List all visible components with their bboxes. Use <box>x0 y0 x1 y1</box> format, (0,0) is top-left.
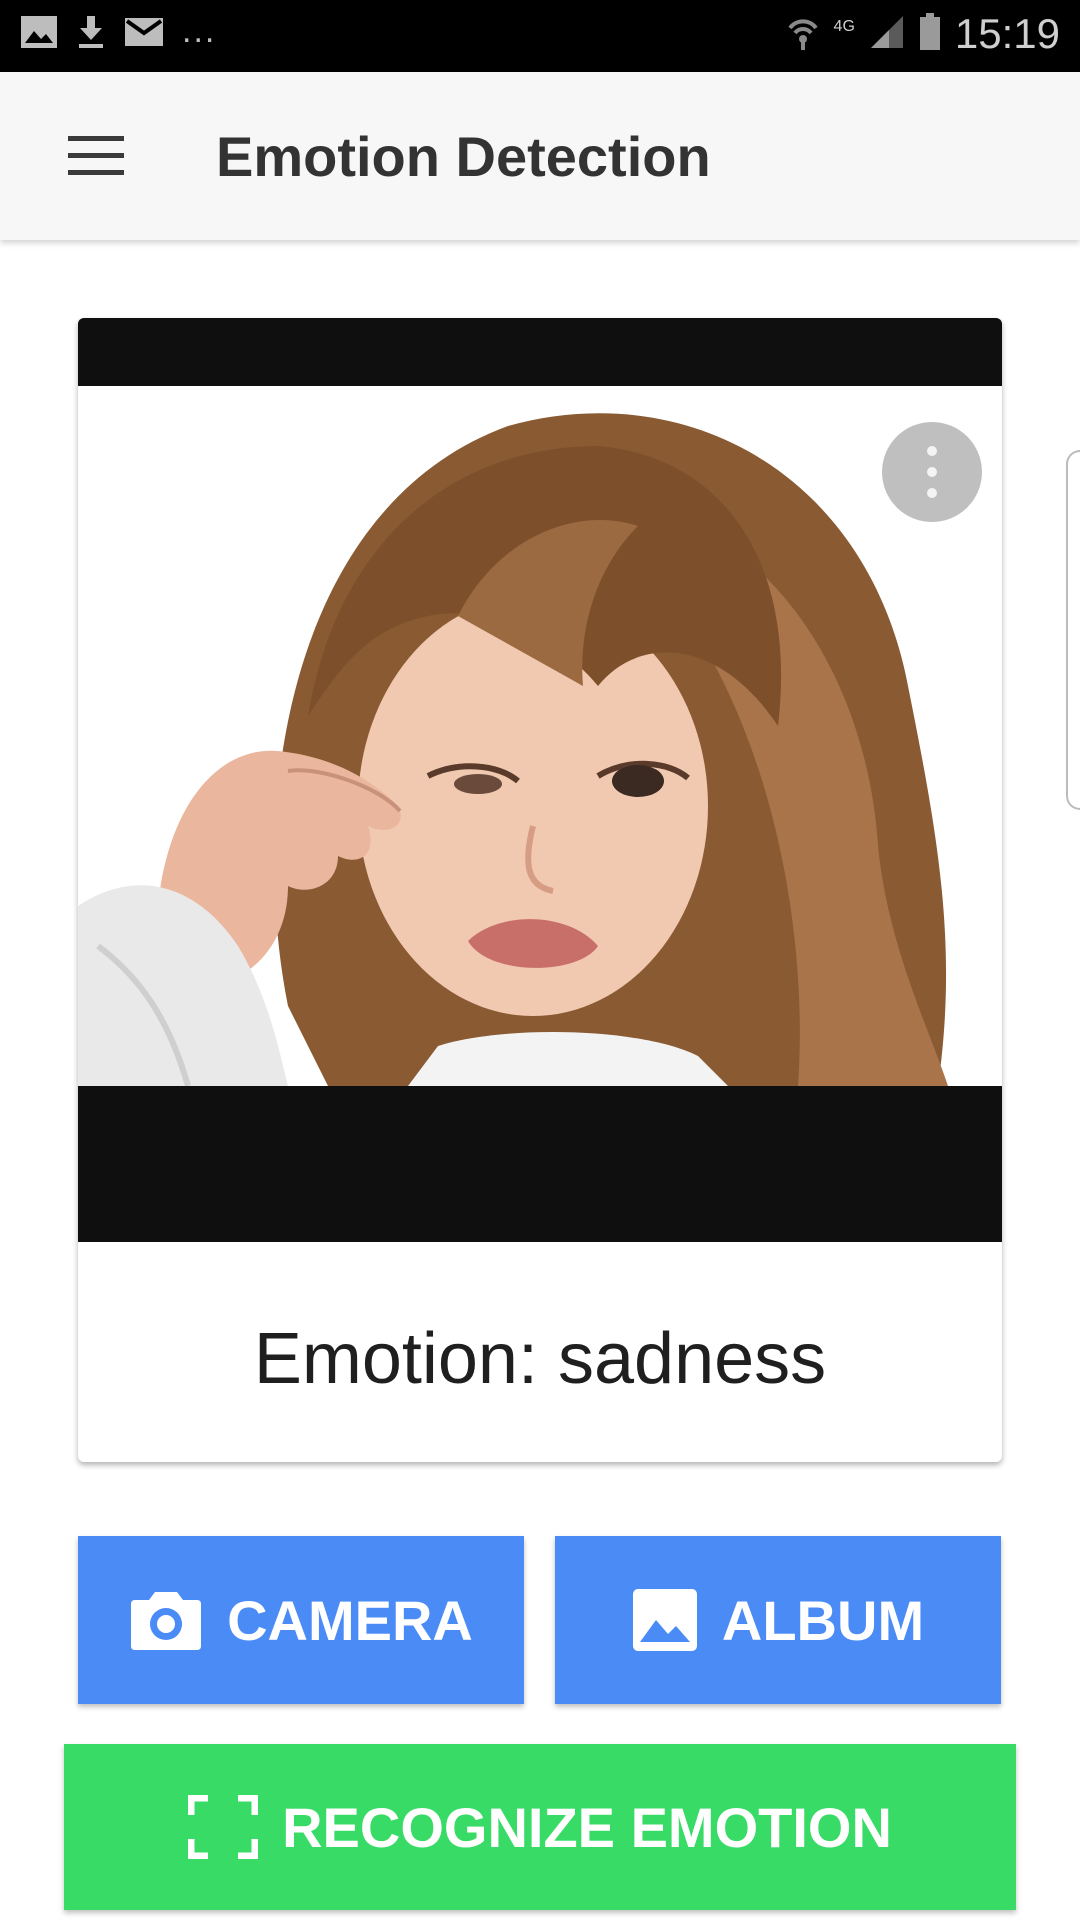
notification-overflow: ... <box>182 12 217 50</box>
clock: 15:19 <box>954 10 1060 57</box>
focus-frame-icon <box>188 1795 259 1859</box>
system-icons: 4G 15:19 <box>786 10 1060 58</box>
wifi-hotspot-icon <box>786 14 820 55</box>
mail-icon <box>124 17 164 52</box>
battery-icon <box>919 12 941 56</box>
signal-icon <box>869 14 905 55</box>
app-bar: Emotion Detection <box>0 72 1080 240</box>
image-icon <box>20 15 58 54</box>
photo <box>78 318 1002 1242</box>
recognize-button-label: RECOGNIZE EMOTION <box>282 1795 892 1859</box>
more-vert-icon[interactable] <box>882 422 982 522</box>
emotion-result: Emotion: sadness <box>253 1319 827 1399</box>
album-button-label: ALBUM <box>721 1588 925 1652</box>
recognize-emotion-button[interactable]: RECOGNIZE EMOTION <box>64 1744 1016 1910</box>
page-title: Emotion Detection <box>216 125 711 188</box>
image-icon <box>632 1588 698 1652</box>
girl-crying-photo <box>78 386 1002 1086</box>
camera-button[interactable]: CAMERA <box>78 1536 524 1704</box>
download-icon <box>76 14 106 55</box>
camera-button-label: CAMERA <box>227 1588 473 1652</box>
camera-icon <box>129 1588 203 1652</box>
menu-icon[interactable] <box>68 134 124 178</box>
side-panel-handle[interactable] <box>1066 450 1080 810</box>
network-type: 4G <box>833 18 855 35</box>
status-bar: ... 4G 15:19 <box>0 0 1080 72</box>
album-button[interactable]: ALBUM <box>555 1536 1001 1704</box>
photo-card: Emotion: sadness <box>78 318 1002 1462</box>
notification-icons: ... <box>20 12 217 55</box>
